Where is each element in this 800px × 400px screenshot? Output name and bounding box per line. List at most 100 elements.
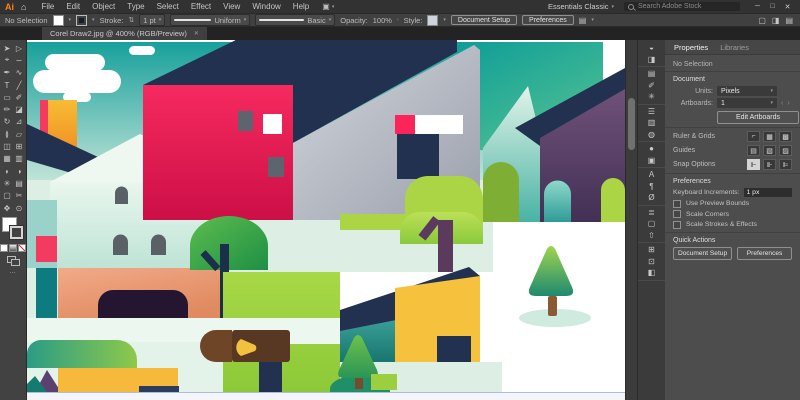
paintbrush-tool[interactable]: ✐ [13, 91, 25, 103]
tab-properties[interactable]: Properties [674, 43, 708, 52]
pencil-tool[interactable]: ✏ [1, 103, 13, 115]
curvature-tool[interactable]: ∿ [13, 67, 25, 79]
pen-tool[interactable]: ✒ [1, 67, 13, 79]
tab-libraries[interactable]: Libraries [720, 43, 749, 52]
menu-object[interactable]: Object [86, 2, 121, 11]
lasso-tool[interactable]: ∽ [13, 54, 25, 66]
smart-guides-button[interactable]: ▨ [779, 145, 792, 156]
snap-to-point-button[interactable]: ⊪ [763, 159, 776, 170]
blend-tool[interactable]: ◑ [13, 165, 25, 177]
document-setup-button[interactable]: Document Setup [451, 15, 517, 25]
vertical-scrollbar-thumb[interactable] [628, 98, 635, 150]
close-button[interactable]: ✕ [780, 3, 795, 11]
swatches-panel-icon[interactable]: ▤ [648, 68, 656, 80]
vertical-scrollbar[interactable] [625, 40, 637, 400]
stroke-weight-dropdown[interactable]: 1 pt ▾ [139, 14, 165, 26]
stroke-panel-icon[interactable]: ☰ [648, 106, 655, 118]
color-mode-button[interactable] [0, 244, 8, 252]
direct-selection-tool[interactable]: ▷ [13, 42, 25, 54]
show-guides-button[interactable]: ▤ [747, 145, 760, 156]
selection-tool[interactable]: ➤ [1, 42, 13, 54]
appearance-panel-icon[interactable]: ● [649, 143, 654, 155]
gradient-mode-button[interactable] [9, 244, 17, 252]
edit-toolbar-ellipsis[interactable]: … [0, 268, 26, 275]
workspace-switcher[interactable]: ▣ ▾ [322, 2, 334, 11]
checkbox-scale-corners[interactable] [673, 210, 681, 218]
snap-to-glyph-button[interactable]: ⊫ [779, 159, 792, 170]
edit-artboards-button[interactable]: Edit Artboards [717, 111, 799, 124]
show-rulers-button[interactable]: ⌐ [747, 131, 760, 142]
document-canvas[interactable] [27, 40, 625, 392]
scale-tool[interactable]: ⊿ [13, 116, 25, 128]
keyboard-increments-input[interactable]: 1 px [744, 188, 792, 197]
minimize-button[interactable]: ─ [750, 3, 765, 11]
quick-action-preferences[interactable]: Preferences [737, 247, 792, 260]
stroke-swatch[interactable] [10, 226, 23, 239]
eyedropper-tool[interactable]: ◗ [1, 165, 13, 177]
checkbox-scale-strokes-effects[interactable] [673, 221, 681, 229]
snap-to-pixel-button[interactable]: ⊩ [747, 159, 760, 170]
none-mode-button[interactable] [18, 244, 26, 252]
asset-export-panel-icon[interactable]: ⇧ [648, 230, 655, 242]
shape-builder-tool[interactable]: ◫ [1, 140, 13, 152]
show-grid-button[interactable]: ▦ [763, 131, 776, 142]
stroke-color-swatch[interactable] [76, 15, 87, 26]
chevron-down-icon[interactable]: ▾ [92, 17, 95, 23]
lock-guides-button[interactable]: ▧ [763, 145, 776, 156]
menu-window[interactable]: Window [246, 2, 286, 11]
rotate-tool[interactable]: ↻ [1, 116, 13, 128]
opacity-value[interactable]: 100% [373, 16, 392, 25]
pathfinder-panel-icon[interactable]: ◧ [648, 267, 656, 279]
prev-artboard-button[interactable]: ‹ [781, 100, 783, 107]
document-tab[interactable]: Corel Draw2.jpg @ 400% (RGB/Preview) ✕ [42, 27, 207, 40]
layers-panel-icon[interactable]: ≣ [648, 207, 655, 219]
panel-menu-icon[interactable]: ▤ [785, 16, 793, 25]
gradient-panel-icon[interactable]: ▥ [648, 117, 656, 129]
snap-to-grid-button[interactable]: ▩ [779, 131, 792, 142]
line-segment-tool[interactable]: ╱ [13, 79, 25, 91]
artboard-tool[interactable]: ▢ [1, 190, 13, 202]
width-tool[interactable]: ≬ [1, 128, 13, 140]
chevron-down-icon[interactable]: ▾ [443, 17, 446, 23]
maximize-button[interactable]: □ [765, 3, 780, 11]
brushes-panel-icon[interactable]: ✐ [648, 80, 655, 92]
menu-view[interactable]: View [217, 2, 246, 11]
next-artboard-button[interactable]: › [787, 100, 789, 107]
workspace-selector[interactable]: Essentials Classic ▾ [548, 2, 614, 11]
color-guide-panel-icon[interactable]: ◨ [648, 54, 656, 66]
stroke-weight-stepper[interactable]: ⇅ [128, 16, 134, 24]
mesh-tool[interactable]: ▦ [1, 153, 13, 165]
arrange-icon[interactable]: ▤ [579, 16, 587, 25]
slice-tool[interactable]: ✂ [13, 190, 25, 202]
menu-type[interactable]: Type [121, 2, 150, 11]
symbol-sprayer-tool[interactable]: ✳ [1, 177, 13, 189]
chevron-down-icon[interactable]: ▾ [591, 17, 594, 23]
menu-effect[interactable]: Effect [185, 2, 217, 11]
artboards-dropdown[interactable]: 1 ▾ [717, 98, 777, 108]
menu-select[interactable]: Select [151, 2, 185, 11]
fill-stroke-control[interactable] [1, 217, 25, 242]
drawing-modes-button[interactable] [7, 256, 20, 265]
transparency-panel-icon[interactable]: ◍ [648, 129, 655, 141]
stock-search-input[interactable]: Search Adobe Stock [624, 2, 740, 11]
app-logo[interactable]: Ai [5, 2, 14, 12]
width-profile-dropdown[interactable]: Uniform ▾ [170, 14, 250, 26]
magic-wand-tool[interactable]: ⌖ [1, 54, 13, 66]
units-dropdown[interactable]: Pixels ▾ [717, 86, 777, 96]
menu-help[interactable]: Help [287, 2, 315, 11]
align-panel-icon[interactable]: ⊞ [648, 244, 655, 256]
symbols-panel-icon[interactable]: ✳ [648, 91, 655, 103]
quick-action-document-setup[interactable]: Document Setup [673, 247, 732, 260]
zoom-tool[interactable]: ⊙ [13, 202, 25, 214]
close-tab-icon[interactable]: ✕ [194, 30, 199, 37]
artboards-panel-icon[interactable]: ▢ [648, 218, 656, 230]
column-graph-tool[interactable]: ▤ [13, 177, 25, 189]
character-panel-icon[interactable]: A [649, 169, 654, 181]
selection-preview-icon[interactable]: ▢ [758, 16, 766, 25]
menu-file[interactable]: File [35, 2, 60, 11]
style-swatch[interactable] [427, 15, 438, 26]
opacity-more-icon[interactable]: › [397, 17, 399, 23]
graphic-styles-panel-icon[interactable]: ▣ [648, 155, 656, 167]
opentype-panel-icon[interactable]: Ø [648, 192, 654, 204]
transform-panel-icon[interactable]: ⊡ [648, 256, 655, 268]
